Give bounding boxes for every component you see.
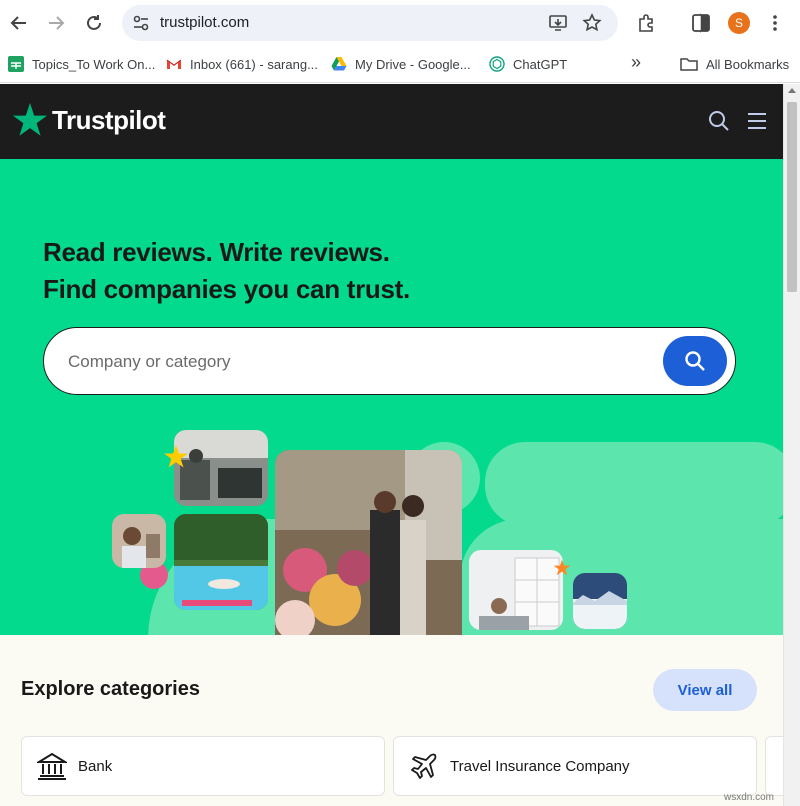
watermark: wsxdn.com [724,792,775,803]
browser-menu-icon[interactable] [768,13,782,33]
bookmark-label: ChatGPT [513,56,568,72]
site-header: Trustpilot [0,84,783,159]
category-card-bank[interactable]: Bank [21,736,385,796]
photo-pool [174,514,268,610]
category-label: Bank [78,757,113,775]
side-panel-icon[interactable] [692,13,710,33]
back-arrow-icon [10,16,26,30]
profile-avatar[interactable]: S [728,12,750,34]
reload-button[interactable] [81,10,107,36]
category-card-travel-insurance[interactable]: Travel Insurance Company [393,736,757,796]
bank-icon [36,750,68,782]
bookmark-label: My Drive - Google... [355,56,471,72]
airplane-icon [408,750,440,782]
search-icon[interactable] [708,110,730,132]
search-icon [685,351,705,371]
bookmarks-overflow-button[interactable]: » [631,52,641,72]
orange-star-icon [553,559,571,576]
category-label: Travel Insurance Company [450,757,630,775]
scrollbar-thumb[interactable] [787,102,797,292]
bookmark-drive[interactable]: My Drive - Google... [331,54,471,74]
bookmark-star-icon[interactable] [582,13,602,33]
photo-flower-market [275,450,462,635]
hero-section: Read reviews. Write reviews. Find compan… [0,159,783,635]
search-submit-button[interactable] [663,336,727,386]
gmail-icon [166,56,182,72]
page-scrollbar[interactable] [783,84,800,806]
scroll-up-arrow-icon[interactable] [788,88,796,93]
sheets-icon [8,56,24,72]
trustpilot-star-icon [13,103,47,136]
view-all-button[interactable]: View all [653,669,757,711]
bookmark-topics[interactable]: Topics_To Work On... [8,54,155,74]
install-app-icon[interactable] [548,13,568,33]
bookmark-chatgpt[interactable]: ChatGPT [489,54,567,74]
company-search-box [43,327,736,395]
extensions-icon[interactable] [636,13,656,33]
hero-line-1: Read reviews. Write reviews. [43,237,390,267]
site-settings-icon[interactable] [132,14,150,32]
explore-categories-section: Explore categories View all Bank Travel … [0,635,783,806]
reload-icon [87,15,101,30]
hero-heading: Read reviews. Write reviews. Find compan… [43,234,410,308]
webpage: Trustpilot Read reviews. Write reviews. … [0,84,783,806]
search-input[interactable] [68,348,628,376]
browser-toolbar: trustpilot.com S [0,0,800,46]
hamburger-menu-icon[interactable] [747,112,767,130]
all-bookmarks-label: All Bookmarks [706,56,790,72]
photo-home-office [469,550,563,630]
bookmark-label: Topics_To Work On... [32,56,156,72]
all-bookmarks-button[interactable]: All Bookmarks [680,54,789,74]
back-button[interactable] [6,10,32,36]
bookmarks-bar: Topics_To Work On... Inbox (661) - saran… [0,46,800,83]
hero-line-2: Find companies you can trust. [43,274,410,304]
folder-icon [680,56,698,72]
bookmark-label: Inbox (661) - sarang... [190,56,318,72]
brand-name: Trustpilot [52,104,166,135]
forward-arrow-icon [49,16,65,30]
drive-icon [331,56,347,72]
section-title: Explore categories [21,678,200,700]
photo-winter [573,573,627,629]
address-bar[interactable]: trustpilot.com [122,5,618,41]
trustpilot-logo[interactable]: Trustpilot [12,102,166,138]
bookmark-inbox[interactable]: Inbox (661) - sarang... [166,54,318,74]
decorative-band [485,442,783,526]
photo-person [112,514,166,568]
url-text: trustpilot.com [160,14,250,31]
chatgpt-icon [489,56,505,72]
category-card-partial[interactable] [765,736,783,796]
forward-button[interactable] [43,10,69,36]
yellow-star-icon [164,445,188,468]
